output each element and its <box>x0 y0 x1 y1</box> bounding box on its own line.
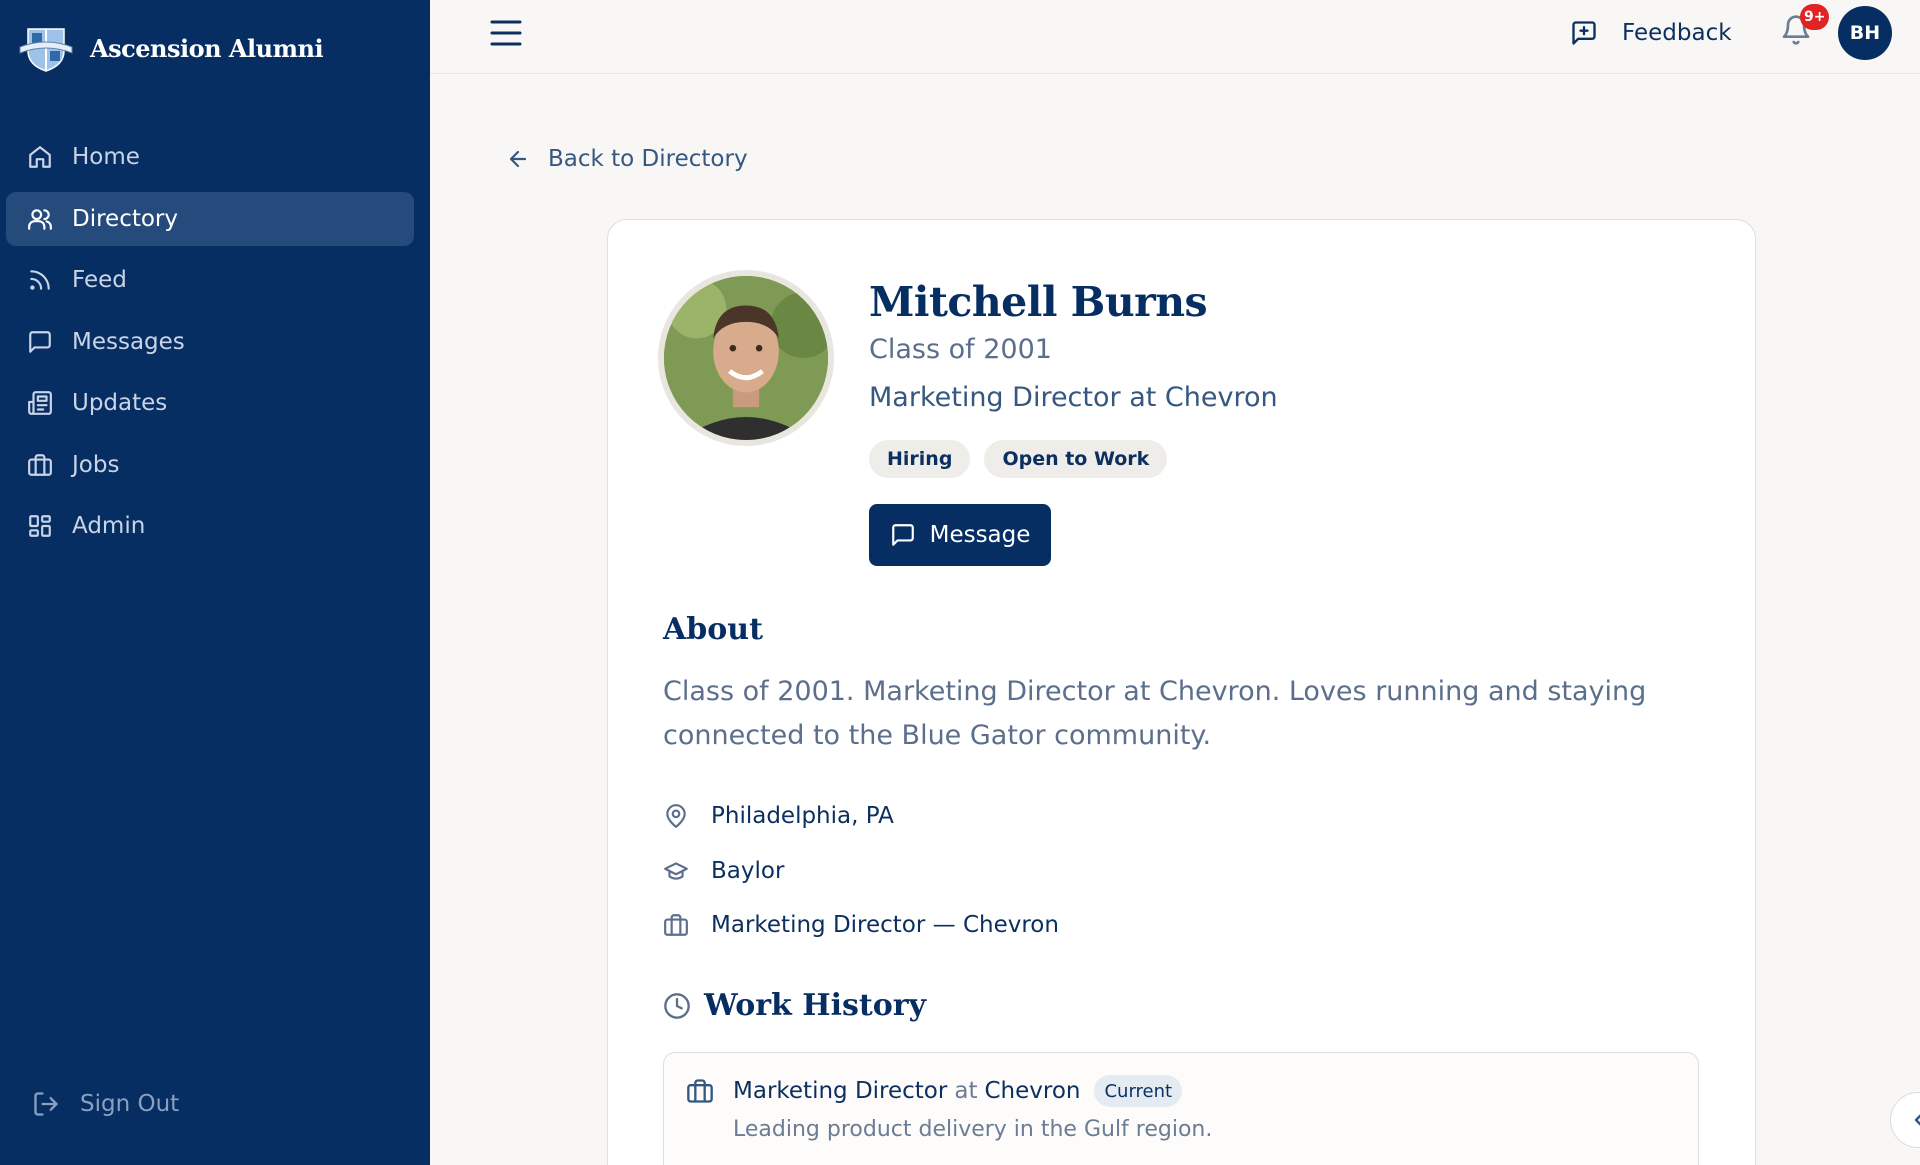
notification-badge: 9+ <box>1800 4 1830 30</box>
fact-education-text: Baylor <box>711 857 785 884</box>
sign-out-button[interactable]: Sign Out <box>32 1090 179 1118</box>
sidebar-nav: Home Directory Feed Messages Updates Job… <box>6 130 414 561</box>
job-role: Marketing Director <box>733 1078 948 1104</box>
feedback-label: Feedback <box>1622 20 1732 46</box>
sidebar-item-label: Messages <box>72 328 185 355</box>
clock-icon <box>664 992 690 1019</box>
menu-toggle-button[interactable] <box>488 16 524 50</box>
users-icon <box>26 205 54 233</box>
sidebar-item-feed[interactable]: Feed <box>6 253 414 307</box>
feedback-button[interactable]: Feedback <box>1570 16 1732 50</box>
work-history-title: Work History <box>704 988 927 1023</box>
profile-position: Marketing Director at Chevron <box>869 382 1278 413</box>
sidebar-item-admin[interactable]: Admin <box>6 499 414 553</box>
sidebar-item-label: Jobs <box>72 451 120 478</box>
message-square-icon <box>26 328 54 356</box>
profile-class-year: Class of 2001 <box>869 334 1052 365</box>
chevron-left-icon <box>1914 1114 1920 1126</box>
top-bar: Feedback 9+ BH <box>430 0 1920 74</box>
work-history-heading: Work History <box>663 988 926 1023</box>
fact-job-text: Marketing Director — Chevron <box>711 912 1059 938</box>
sign-out-label: Sign Out <box>80 1091 180 1117</box>
back-to-directory-link[interactable]: Back to Directory <box>506 146 748 172</box>
profile-tags: Hiring Open to Work <box>869 440 1181 478</box>
fact-job: Marketing Director — Chevron <box>663 907 1059 943</box>
user-avatar[interactable]: BH <box>1838 6 1892 60</box>
grid-icon <box>26 512 54 540</box>
about-heading: About <box>663 612 763 647</box>
sidebar: Ascension Alumni Home Directory Feed Mes… <box>0 0 430 1165</box>
job-at: at <box>954 1078 978 1104</box>
back-label: Back to Directory <box>548 146 748 172</box>
fact-location-text: Philadelphia, PA <box>711 803 894 829</box>
rss-icon <box>26 266 54 294</box>
profile-facts: Philadelphia, PA Baylor Marketing Direct… <box>663 798 1059 962</box>
briefcase-icon <box>26 451 54 479</box>
brand-name: Ascension Alumni <box>90 33 324 63</box>
profile-card: Mitchell Burns Class of 2001 Marketing D… <box>607 219 1756 1165</box>
sidebar-item-messages[interactable]: Messages <box>6 315 414 369</box>
graduation-cap-icon <box>664 861 688 880</box>
sidebar-item-home[interactable]: Home <box>6 130 414 184</box>
arrow-left-icon <box>509 150 527 168</box>
fact-location: Philadelphia, PA <box>663 798 1059 834</box>
message-square-icon <box>891 524 914 546</box>
work-history-entry: Marketing Director at Chevron Current Le… <box>663 1052 1699 1165</box>
about-text: Class of 2001. Marketing Director at Che… <box>663 676 1647 751</box>
current-badge: Current <box>1094 1075 1183 1107</box>
message-button-label: Message <box>929 522 1031 548</box>
job-title-line: Marketing Director at Chevron Current <box>733 1075 1183 1107</box>
briefcase-icon <box>686 1077 714 1109</box>
sidebar-item-label: Home <box>72 144 140 170</box>
profile-name: Mitchell Burns <box>869 278 1208 326</box>
message-button[interactable]: Message <box>869 504 1051 566</box>
briefcase-icon <box>664 914 688 936</box>
newspaper-icon <box>26 389 54 417</box>
sidebar-item-jobs[interactable]: Jobs <box>6 438 414 492</box>
hamburger-icon <box>490 20 522 46</box>
crest-logo <box>19 28 73 72</box>
brand[interactable]: Ascension Alumni <box>18 22 324 74</box>
job-description: Leading product delivery in the Gulf reg… <box>733 1117 1213 1142</box>
fact-education: Baylor <box>663 853 1059 889</box>
sidebar-item-label: Feed <box>72 267 127 293</box>
map-pin-icon <box>666 804 686 828</box>
panel-toggle-button[interactable] <box>1890 1092 1920 1148</box>
sidebar-item-label: Directory <box>72 205 179 232</box>
sidebar-item-updates[interactable]: Updates <box>6 376 414 430</box>
sidebar-item-label: Updates <box>72 390 168 416</box>
sidebar-item-directory[interactable]: Directory <box>6 191 414 246</box>
job-company: Chevron <box>984 1078 1081 1104</box>
log-out-icon <box>34 1092 58 1116</box>
sidebar-item-label: Admin <box>72 513 146 539</box>
tag-open-to-work: Open to Work <box>984 440 1168 478</box>
tag-hiring: Hiring <box>869 440 971 478</box>
home-icon <box>26 143 54 171</box>
message-plus-icon <box>1572 21 1596 45</box>
profile-photo <box>658 270 834 446</box>
